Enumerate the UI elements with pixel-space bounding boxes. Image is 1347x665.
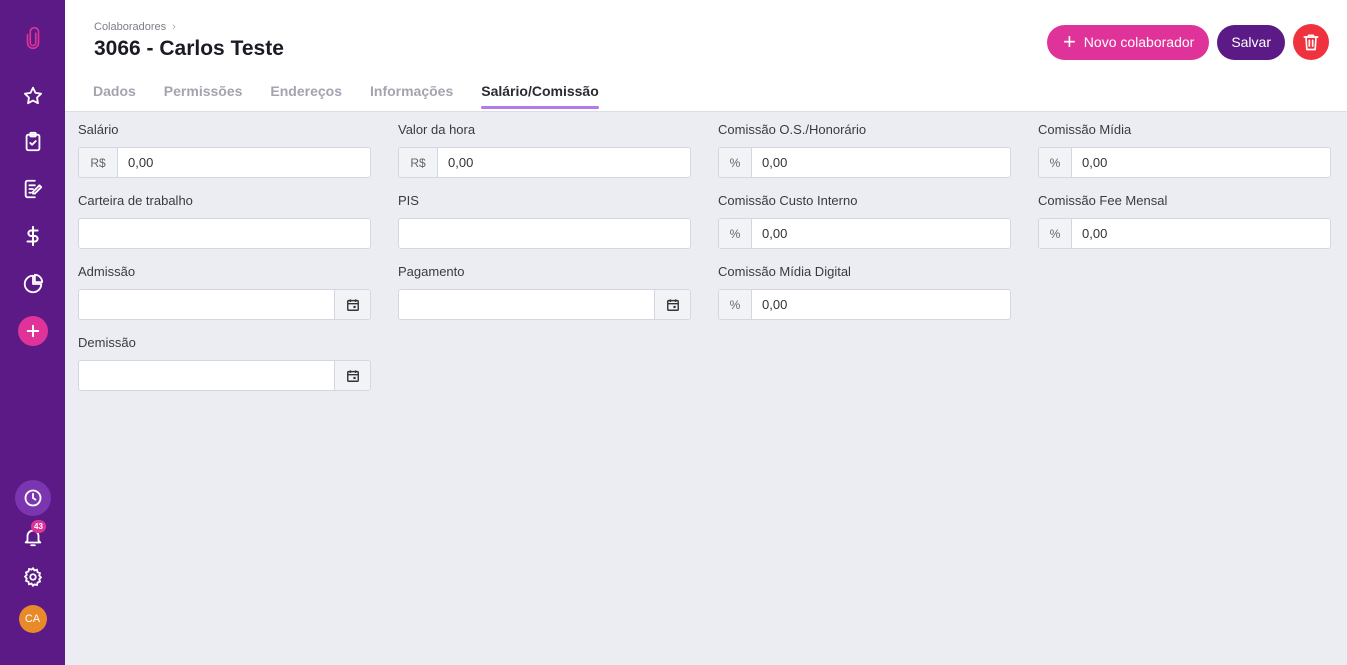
comissao-digital-input[interactable]: % 0,00 xyxy=(718,289,1011,320)
admissao-label: Admissão xyxy=(78,264,136,279)
star-icon[interactable] xyxy=(0,80,65,112)
save-button[interactable]: Salvar xyxy=(1217,24,1285,60)
valor-hora-input[interactable]: R$ 0,00 xyxy=(398,147,691,178)
field-comissao-custo: Comissão Custo Interno % 0,00 xyxy=(718,193,1011,264)
demissao-label: Demissão xyxy=(78,335,136,350)
breadcrumb-link[interactable]: Colaboradores xyxy=(94,21,166,33)
percent-prefix: % xyxy=(719,290,752,319)
field-demissao: Demissão xyxy=(78,335,371,406)
pagamento-date-input[interactable] xyxy=(398,289,691,320)
currency-prefix: R$ xyxy=(79,148,118,177)
clipboard-check-icon[interactable] xyxy=(0,126,65,158)
comissao-fee-label: Comissão Fee Mensal xyxy=(1038,193,1168,208)
new-collaborator-button[interactable]: + Novo colaborador xyxy=(1046,24,1210,60)
sidebar: 43 CA xyxy=(0,0,65,665)
currency-prefix: R$ xyxy=(399,148,438,177)
field-admissao: Admissão xyxy=(78,264,371,335)
salario-input[interactable]: R$ 0,00 xyxy=(78,147,371,178)
notifications-button[interactable]: 43 xyxy=(0,520,65,553)
valor-hora-label: Valor da hora xyxy=(398,122,476,137)
pis-input[interactable] xyxy=(398,218,691,249)
field-comissao-midia: Comissão Mídia % 0,00 xyxy=(1038,122,1331,193)
tab-dados[interactable]: Dados xyxy=(93,83,136,108)
comissao-custo-input[interactable]: % 0,00 xyxy=(718,218,1011,249)
comissao-midia-label: Comissão Mídia xyxy=(1038,122,1132,137)
field-carteira: Carteira de trabalho xyxy=(78,193,371,264)
salario-label: Salário xyxy=(78,122,119,137)
tab-informacoes[interactable]: Informações xyxy=(370,83,453,108)
comissao-midia-value[interactable]: 0,00 xyxy=(1072,148,1330,177)
percent-prefix: % xyxy=(719,219,752,248)
gear-icon xyxy=(23,566,42,588)
comissao-custo-value[interactable]: 0,00 xyxy=(752,219,1010,248)
tab-salario-comissao[interactable]: Salário/Comissão xyxy=(481,83,599,109)
pis-value[interactable] xyxy=(399,219,690,248)
notification-count-badge: 43 xyxy=(31,520,46,533)
field-salario: Salário R$ 0,00 xyxy=(78,122,371,193)
comissao-midia-input[interactable]: % 0,00 xyxy=(1038,147,1331,178)
field-comissao-fee: Comissão Fee Mensal % 0,00 xyxy=(1038,193,1331,264)
page-header: Colaboradores › 3066 - Carlos Teste + No… xyxy=(65,0,1347,112)
field-pis: PIS xyxy=(398,193,691,264)
field-comissao-digital: Comissão Mídia Digital % 0,00 xyxy=(718,264,1011,335)
field-pagamento: Pagamento xyxy=(398,264,691,335)
user-avatar[interactable]: CA xyxy=(0,603,65,635)
breadcrumb: Colaboradores › xyxy=(94,21,176,33)
percent-prefix: % xyxy=(1039,148,1072,177)
timer-button[interactable] xyxy=(0,480,65,516)
new-collaborator-label: Novo colaborador xyxy=(1083,34,1195,50)
pie-chart-icon[interactable] xyxy=(0,268,65,300)
calendar-icon[interactable] xyxy=(334,290,370,319)
field-valor-hora: Valor da hora R$ 0,00 xyxy=(398,122,691,193)
comissao-os-label: Comissão O.S./Honorário xyxy=(718,122,867,137)
delete-button[interactable] xyxy=(1293,24,1329,60)
tab-enderecos[interactable]: Endereços xyxy=(270,83,342,108)
page-title: 3066 - Carlos Teste xyxy=(94,37,284,60)
calendar-icon[interactable] xyxy=(334,361,370,390)
trash-icon xyxy=(1303,34,1319,51)
salary-form: Salário R$ 0,00 Valor da hora R$ 0,00 Co… xyxy=(78,122,1333,406)
salario-value[interactable]: 0,00 xyxy=(118,148,370,177)
settings-button[interactable] xyxy=(0,561,65,593)
plus-icon xyxy=(17,316,48,346)
demissao-value[interactable] xyxy=(79,361,334,390)
calendar-icon[interactable] xyxy=(654,290,690,319)
pagamento-label: Pagamento xyxy=(398,264,465,279)
percent-prefix: % xyxy=(1039,219,1072,248)
carteira-label: Carteira de trabalho xyxy=(78,193,193,208)
admissao-date-input[interactable] xyxy=(78,289,371,320)
percent-prefix: % xyxy=(719,148,752,177)
empty-cell xyxy=(1038,264,1331,335)
carteira-input[interactable] xyxy=(78,218,371,249)
admissao-value[interactable] xyxy=(79,290,334,319)
plus-icon: + xyxy=(1062,29,1076,54)
pis-label: PIS xyxy=(398,193,419,208)
avatar: CA xyxy=(18,605,47,633)
add-button[interactable] xyxy=(0,315,65,347)
comissao-digital-value[interactable]: 0,00 xyxy=(752,290,1010,319)
edit-document-icon[interactable] xyxy=(0,173,65,205)
valor-hora-value[interactable]: 0,00 xyxy=(438,148,690,177)
chevron-right-icon: › xyxy=(172,21,176,33)
clock-icon xyxy=(14,480,51,516)
dollar-icon[interactable] xyxy=(0,220,65,252)
comissao-fee-value[interactable]: 0,00 xyxy=(1072,219,1330,248)
header-actions: + Novo colaborador Salvar xyxy=(1046,24,1329,60)
comissao-custo-label: Comissão Custo Interno xyxy=(718,193,858,208)
pagamento-value[interactable] xyxy=(399,290,654,319)
carteira-value[interactable] xyxy=(79,219,370,248)
demissao-date-input[interactable] xyxy=(78,360,371,391)
comissao-fee-input[interactable]: % 0,00 xyxy=(1038,218,1331,249)
comissao-os-value[interactable]: 0,00 xyxy=(752,148,1010,177)
tab-permissoes[interactable]: Permissões xyxy=(164,83,243,108)
tabs: Dados Permissões Endereços Informações S… xyxy=(93,83,599,109)
comissao-os-input[interactable]: % 0,00 xyxy=(718,147,1011,178)
field-comissao-os: Comissão O.S./Honorário % 0,00 xyxy=(718,122,1011,193)
comissao-digital-label: Comissão Mídia Digital xyxy=(718,264,851,279)
paperclip-logo-icon[interactable] xyxy=(0,22,65,54)
